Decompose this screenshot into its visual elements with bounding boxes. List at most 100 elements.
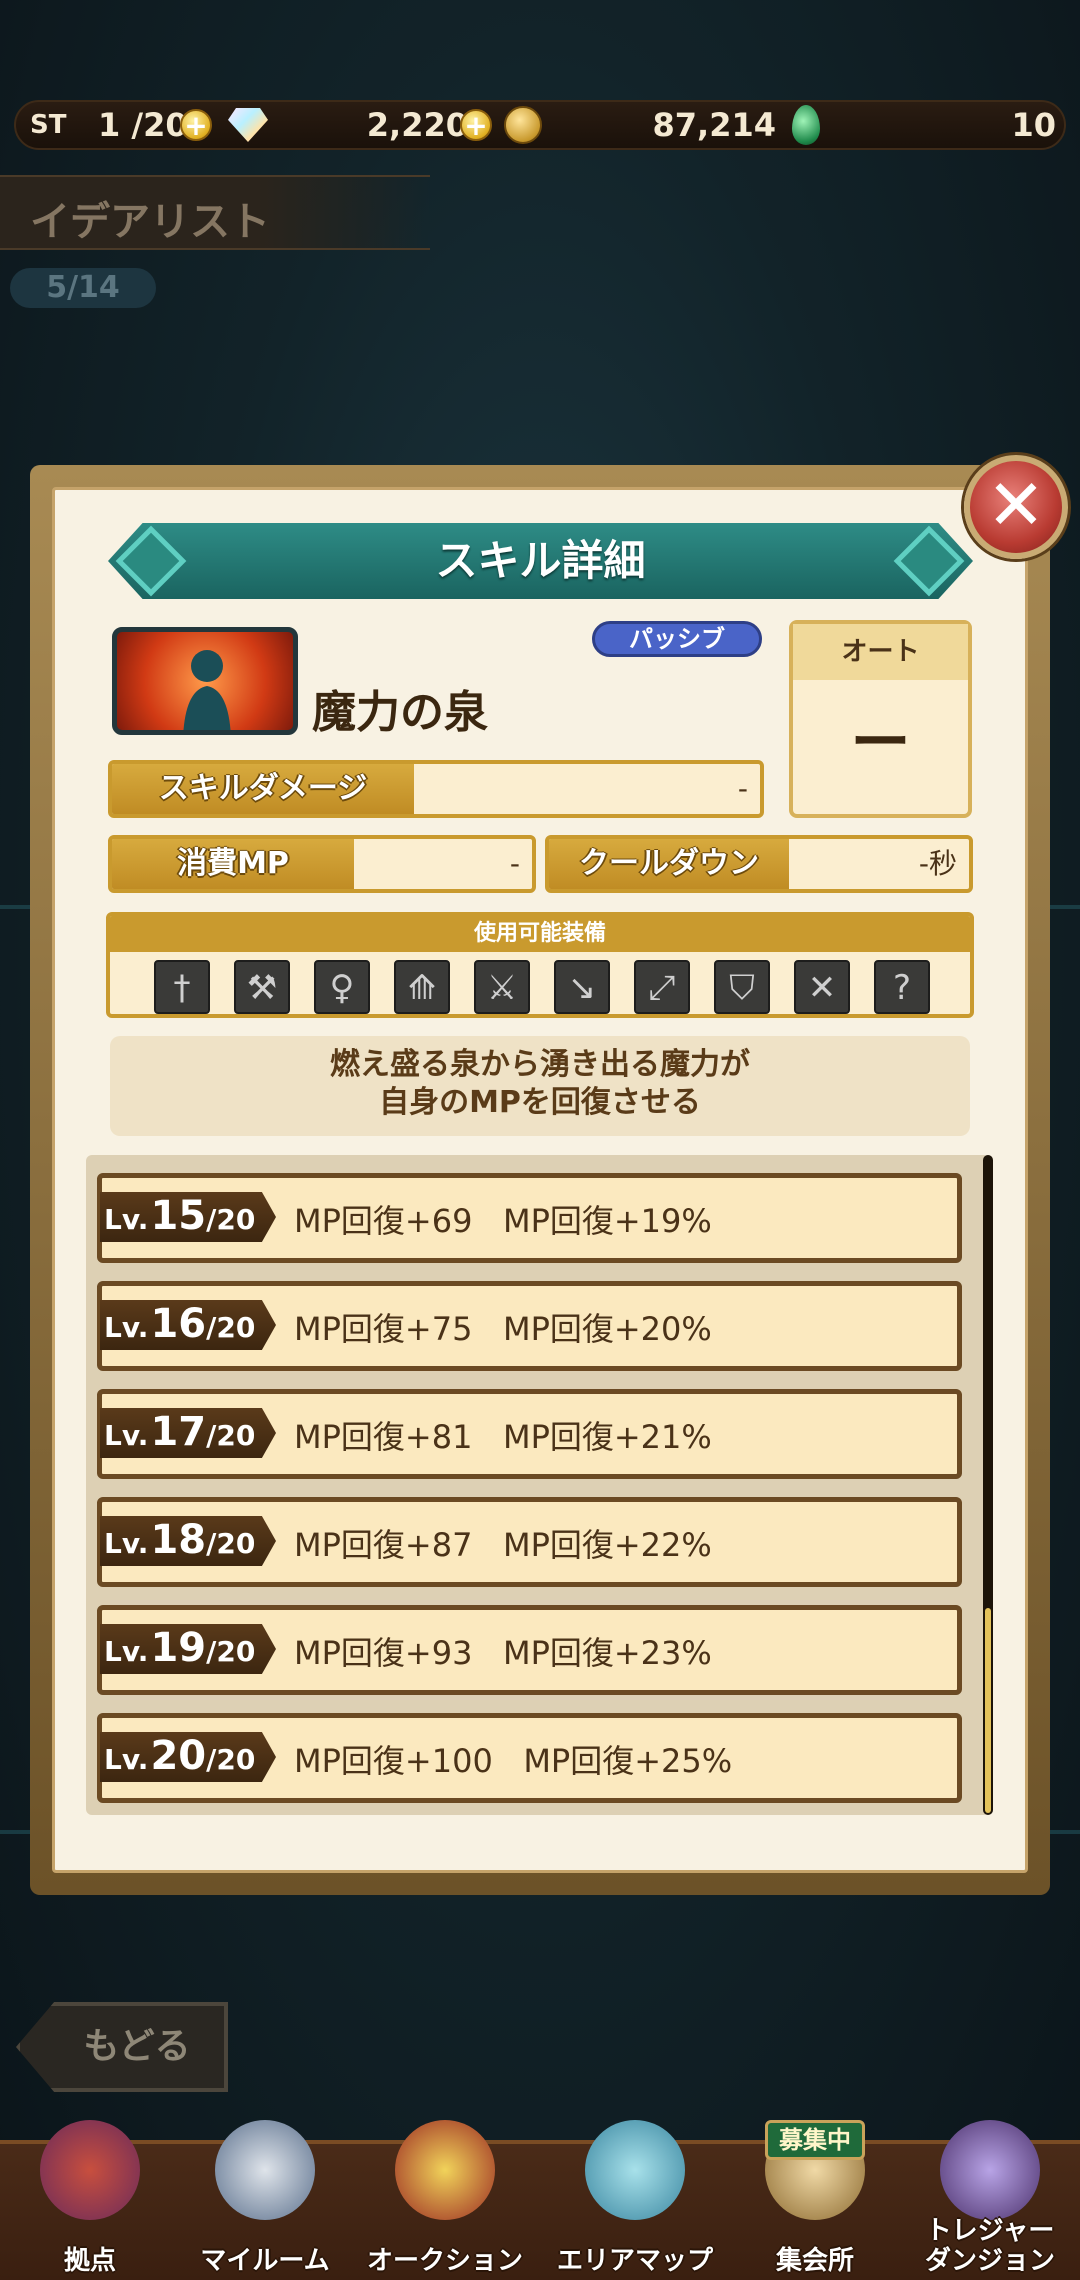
level-tag: Lv. 19 /20	[100, 1624, 276, 1674]
level-number: 18	[150, 1517, 207, 1563]
mp-cost-value: -	[509, 847, 520, 880]
skill-damage-value: -	[737, 772, 748, 805]
level-tag: Lv. 20 /20	[100, 1732, 276, 1782]
level-tag: Lv. 15 /20	[100, 1192, 276, 1242]
page-title-bar: イデアリスト	[0, 175, 430, 250]
level-prefix: Lv.	[104, 1635, 149, 1668]
level-number: 19	[150, 1625, 207, 1671]
stamina-value: 1 /20	[98, 106, 188, 144]
level-prefix: Lv.	[104, 1743, 149, 1776]
level-max: /20	[206, 1203, 256, 1236]
nav-label-line: トレジャー	[925, 2216, 1055, 2246]
level-prefix: Lv.	[104, 1203, 149, 1236]
gavel-icon	[395, 2120, 495, 2220]
mp-cost-label: 消費MP	[112, 839, 354, 889]
back-button[interactable]: もどる	[16, 2002, 228, 2092]
equipment-icon-row: † ⚒ ♀ ⟰ ⚔ ↘ ⤢ ⛉ ✕ ?	[154, 960, 930, 1014]
nav-label-line: ダンジョン	[924, 2246, 1055, 2276]
skill-portrait	[112, 627, 298, 735]
level-prefix: Lv.	[104, 1311, 149, 1344]
skill-damage-row: スキルダメージ -	[108, 760, 764, 818]
level-max: /20	[206, 1527, 256, 1560]
level-max: /20	[206, 1635, 256, 1668]
gem-count: 2,220	[366, 106, 468, 144]
level-effects: MP回復+75 MP回復+20%	[294, 1310, 712, 1348]
sword-shield-icon	[215, 2120, 315, 2220]
description-line: 燃え盛る泉から湧き出る魔力が	[330, 1047, 750, 1082]
level-effects: MP回復+100 MP回復+25%	[294, 1742, 733, 1780]
nav-item-area-map[interactable]: エリアマップ	[545, 2080, 725, 2280]
level-row: Lv. 18 /20 MP回復+87 MP回復+22%	[97, 1497, 962, 1587]
spear-icon: ↘	[554, 960, 610, 1014]
mp-cost-row: 消費MP -	[108, 835, 536, 893]
cooldown-label: クールダウン	[549, 839, 789, 889]
skill-type-badge: パッシブ	[592, 621, 762, 657]
resource-status-bar: ST 1 /20 + 2,220 + 87,214 10	[14, 100, 1066, 150]
nav-item-auction[interactable]: オークション	[355, 2080, 535, 2280]
gold-coin-icon	[504, 106, 542, 144]
axe-icon: ⚒	[234, 960, 290, 1014]
level-prefix: Lv.	[104, 1419, 149, 1452]
nav-label: 拠点	[63, 2246, 116, 2276]
level-tag: Lv. 17 /20	[100, 1408, 276, 1458]
usable-equipment-box: 使用可能装備 † ⚒ ♀ ⟰ ⚔ ↘ ⤢ ⛉ ✕ ?	[106, 912, 974, 1018]
nav-label: エリアマップ	[556, 2246, 713, 2276]
level-max: /20	[206, 1743, 256, 1776]
person-silhouette-icon	[183, 650, 231, 730]
battle-axe-icon: ⚔	[474, 960, 530, 1014]
nav-item-my-room[interactable]: マイルーム	[175, 2080, 355, 2280]
auto-box: オート ー	[789, 620, 972, 818]
map-icon	[585, 2120, 685, 2220]
nav-item-base[interactable]: 拠点	[0, 2080, 180, 2280]
skill-name: 魔力の泉	[312, 687, 488, 738]
green-crystal-icon	[792, 105, 820, 145]
level-effects: MP回復+81 MP回復+21%	[294, 1418, 712, 1456]
level-number: 20	[150, 1733, 207, 1779]
level-number: 16	[150, 1301, 207, 1347]
crystal-count: 10	[1011, 106, 1056, 144]
dual-swords-icon: ✕	[794, 960, 850, 1014]
nav-label: マイルーム	[200, 2246, 330, 2276]
level-effects: MP回復+69 MP回復+19%	[294, 1202, 712, 1240]
sword-icon: †	[154, 960, 210, 1014]
nav-item-treasure-dungeon[interactable]: トレジャー ダンジョン	[900, 2080, 1080, 2280]
cooldown-row: クールダウン -秒	[545, 835, 973, 893]
level-tag: Lv. 18 /20	[100, 1516, 276, 1566]
stamina-label: ST	[30, 110, 67, 140]
bow-icon: ⤢	[634, 960, 690, 1014]
diamond-gem-icon	[228, 108, 268, 142]
dungeon-gate-icon	[940, 2120, 1040, 2220]
modal-title: スキル詳細	[435, 536, 646, 585]
add-stamina-plus-icon[interactable]: +	[180, 109, 212, 141]
level-number: 15	[150, 1193, 207, 1239]
dagger-icon: ⟰	[394, 960, 450, 1014]
recruiting-badge: 募集中	[765, 2120, 865, 2160]
skill-description: 燃え盛る泉から湧き出る魔力が 自身のMPを回復させる	[110, 1036, 970, 1136]
nav-label: トレジャー ダンジョン	[890, 2216, 1080, 2276]
nav-item-gathering-hall[interactable]: 集会所	[725, 2080, 905, 2280]
auto-value: ー	[850, 708, 911, 778]
staff-icon: ♀	[314, 960, 370, 1014]
level-effects: MP回復+93 MP回復+23%	[294, 1634, 712, 1672]
level-number: 17	[150, 1409, 207, 1455]
page-title: イデアリスト	[30, 199, 270, 245]
level-effects: MP回復+87 MP回復+22%	[294, 1526, 712, 1564]
nav-label: 集会所	[775, 2246, 854, 2276]
description-line: 自身のMPを回復させる	[379, 1085, 701, 1120]
level-row: Lv. 19 /20 MP回復+93 MP回復+23%	[97, 1605, 962, 1695]
page-counter: 5/14	[10, 268, 156, 308]
level-max: /20	[206, 1419, 256, 1452]
level-max: /20	[206, 1311, 256, 1344]
usable-equipment-title: 使用可能装備	[110, 916, 970, 952]
skill-damage-label: スキルダメージ	[112, 764, 414, 814]
close-button[interactable]: ✕	[964, 455, 1068, 559]
scrollbar-thumb[interactable]	[985, 1608, 991, 1813]
level-row: Lv. 16 /20 MP回復+75 MP回復+20%	[97, 1281, 962, 1371]
add-gems-plus-icon[interactable]: +	[460, 109, 492, 141]
coin-count: 87,214	[652, 106, 776, 144]
unknown-icon: ?	[874, 960, 930, 1014]
level-row: Lv. 17 /20 MP回復+81 MP回復+21%	[97, 1389, 962, 1479]
level-row: Lv. 20 /20 MP回復+100 MP回復+25%	[97, 1713, 962, 1803]
cooldown-value: -秒	[918, 847, 957, 880]
base-tents-icon	[40, 2120, 140, 2220]
